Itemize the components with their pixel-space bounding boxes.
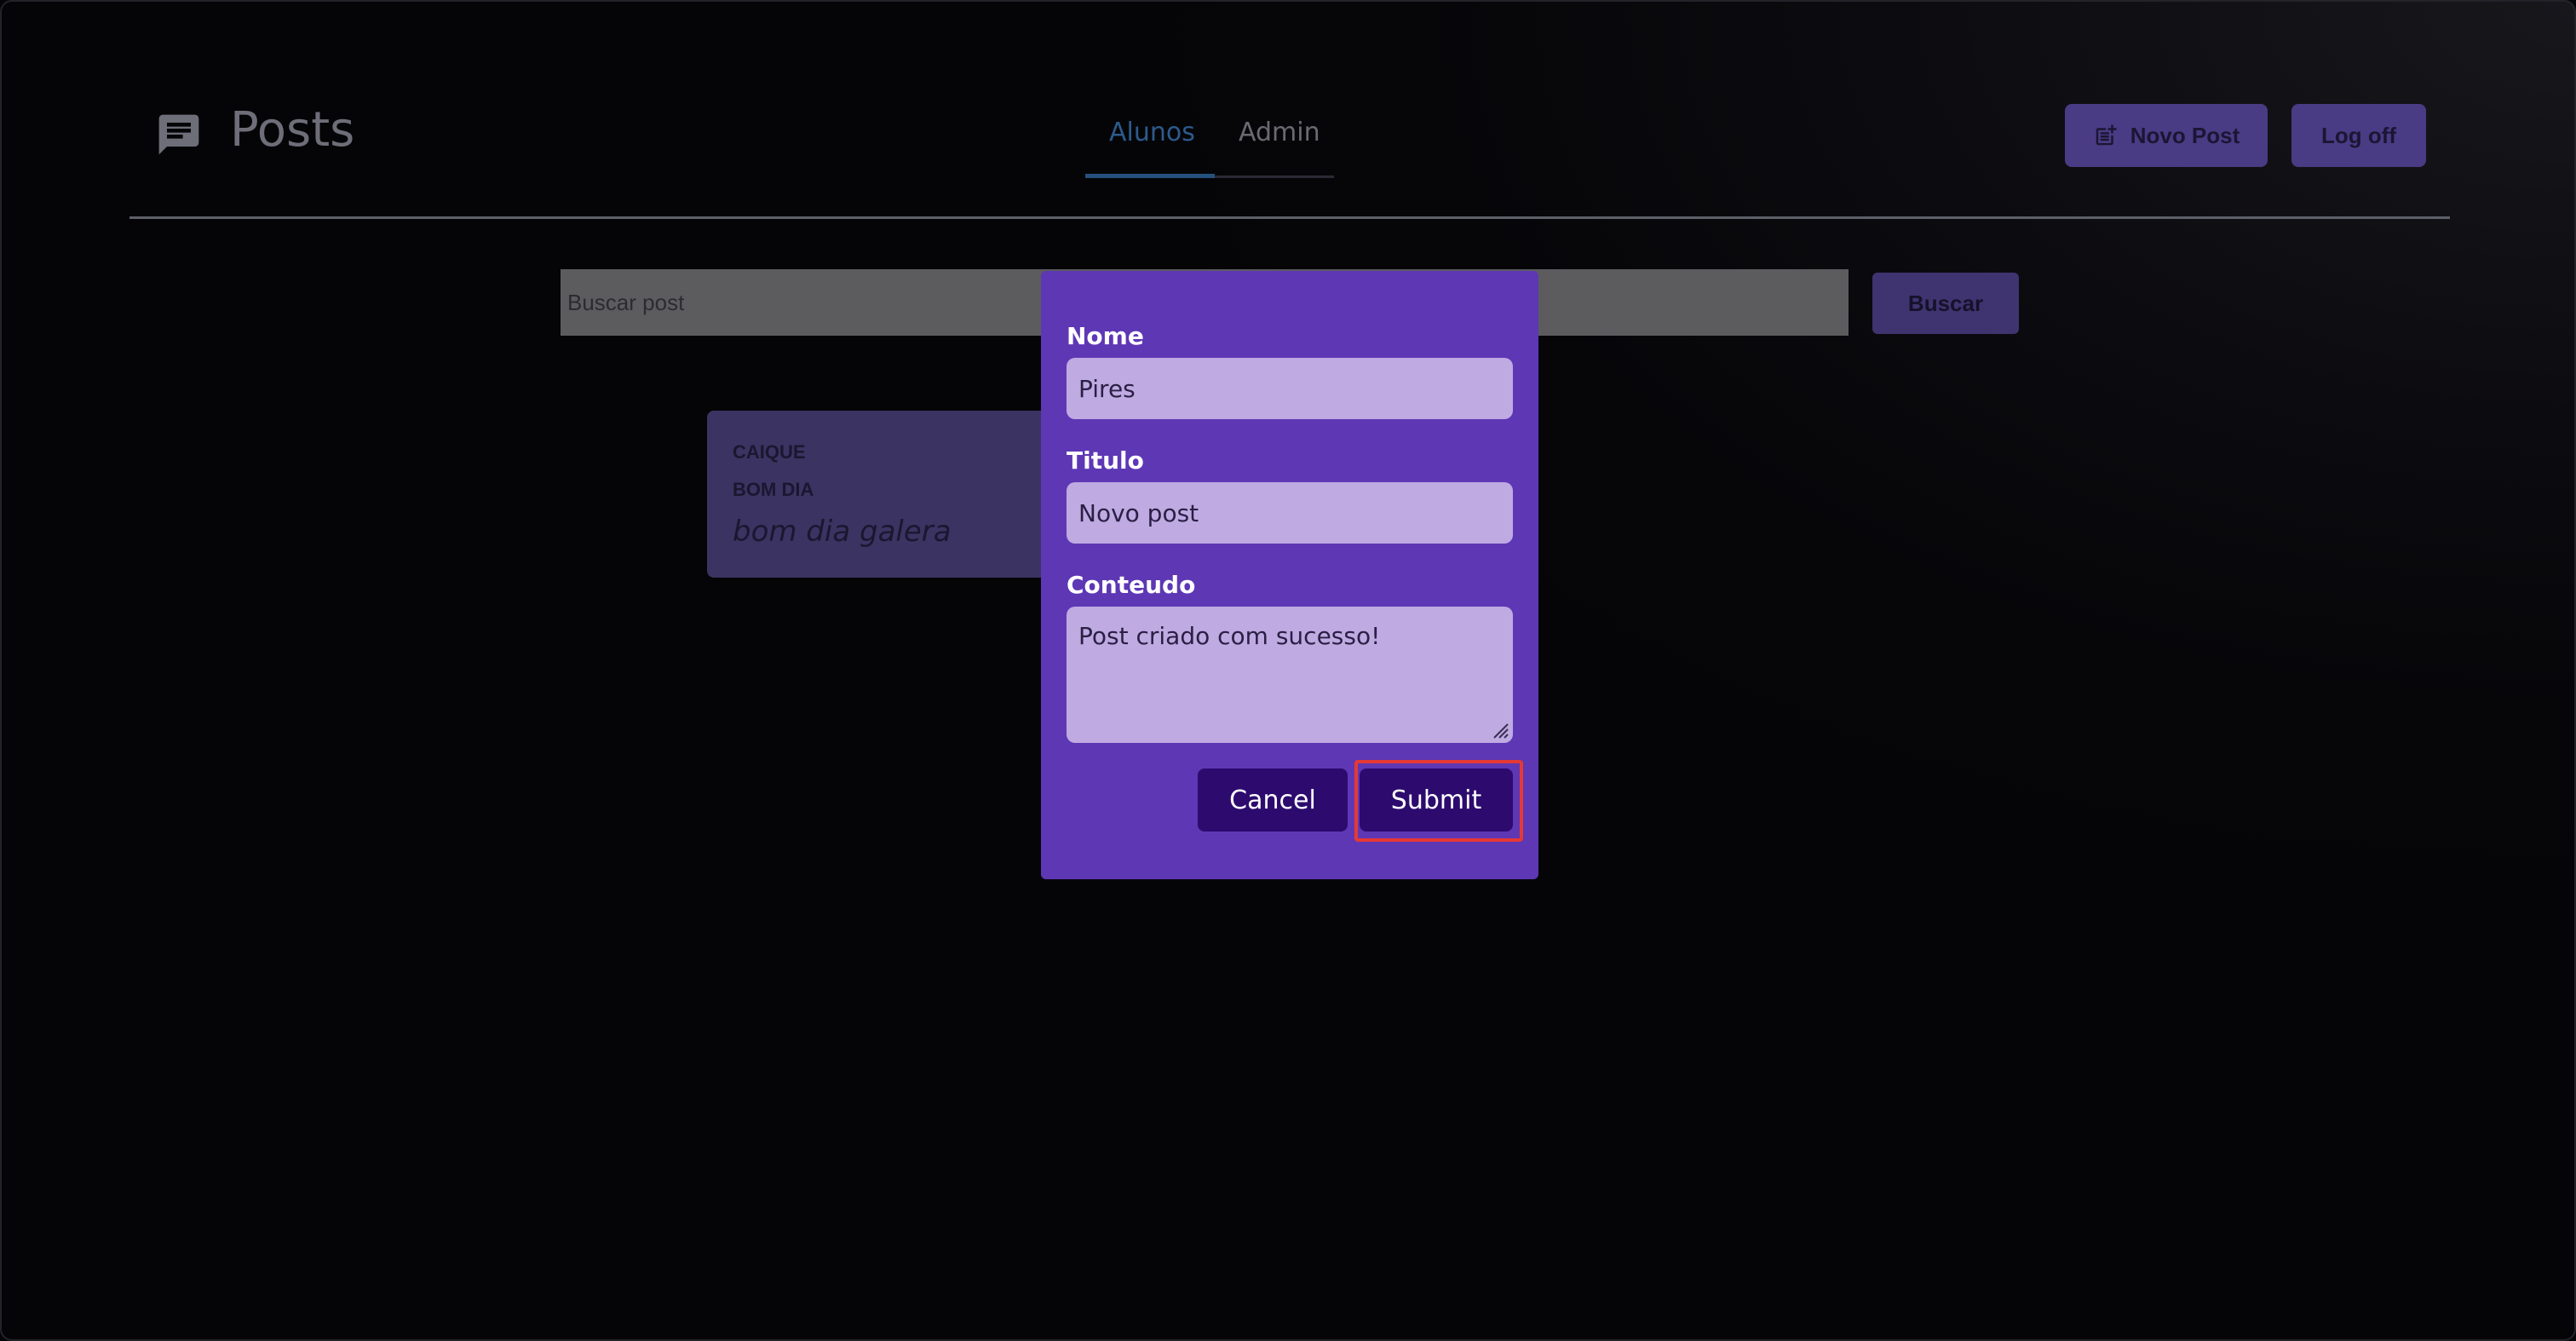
post-content: bom dia galera <box>733 515 952 549</box>
chat-icon <box>158 114 199 155</box>
conteudo-label: Conteudo <box>1067 571 1196 599</box>
nome-field[interactable]: Pires <box>1067 358 1513 419</box>
logoff-button[interactable]: Log off <box>2291 104 2426 167</box>
tab-alunos[interactable]: Alunos <box>1109 118 1195 147</box>
nome-label: Nome <box>1067 322 1144 350</box>
new-post-label: Novo Post <box>2130 122 2240 148</box>
submit-highlight-box <box>1354 760 1523 842</box>
conteudo-value: Post criado com sucesso! <box>1078 622 1381 650</box>
tab-bar: Alunos Admin <box>1085 111 1334 178</box>
page-title: Posts <box>230 102 355 158</box>
post-title: BOM DIA <box>733 479 814 500</box>
header-divider <box>129 216 2450 219</box>
new-post-modal: Nome Pires Titulo Novo post Conteudo Pos… <box>1041 271 1538 879</box>
post-author: CAIQUE <box>733 441 806 463</box>
tab-admin[interactable]: Admin <box>1239 118 1320 147</box>
post-card[interactable]: CAIQUE BOM DIA bom dia galera <box>707 411 1065 578</box>
resize-handle-icon[interactable] <box>1491 721 1509 740</box>
titulo-label: Titulo <box>1067 446 1144 475</box>
titulo-field[interactable]: Novo post <box>1067 482 1513 544</box>
app-window: Posts Alunos Admin Novo Post Log off Bus… <box>0 0 2576 1341</box>
post-add-icon <box>2096 124 2117 146</box>
new-post-button[interactable]: Novo Post <box>2065 104 2268 167</box>
logoff-label: Log off <box>2320 122 2397 148</box>
cancel-button[interactable]: Cancel <box>1198 768 1348 832</box>
active-tab-indicator <box>1085 174 1215 178</box>
search-button[interactable]: Buscar <box>1872 273 2019 334</box>
conteudo-textarea[interactable]: Post criado com sucesso! <box>1067 607 1513 743</box>
